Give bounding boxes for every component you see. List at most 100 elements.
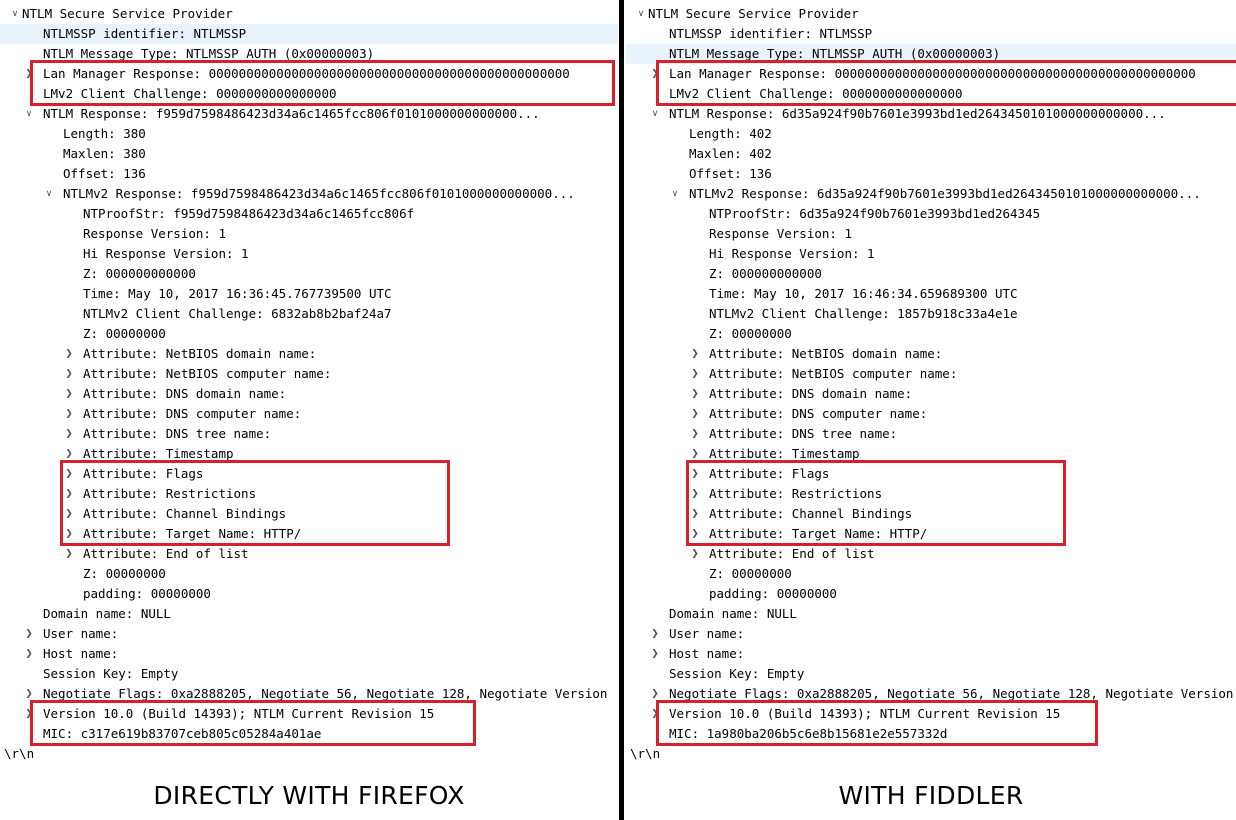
tree-row[interactable]: ❯ Attribute: Channel Bindings xyxy=(0,504,618,524)
chevron-right-icon[interactable]: ❯ xyxy=(648,64,662,84)
tree-row[interactable]: ❯ Attribute: Timestamp xyxy=(0,444,618,464)
chevron-right-icon[interactable]: ❯ xyxy=(62,404,76,424)
tree-row[interactable]: ❯ Negotiate Flags: 0xa2888205, Negotiate … xyxy=(626,684,1236,704)
tree-row[interactable]: ❯ Attribute: Target Name: HTTP/ xyxy=(0,524,618,544)
tree-row[interactable]: Offset: 136 xyxy=(626,164,1236,184)
chevron-right-icon[interactable]: ❯ xyxy=(22,644,36,664)
chevron-right-icon[interactable]: ❯ xyxy=(648,704,662,724)
tree-row[interactable]: ❯ Attribute: End of list xyxy=(626,544,1236,564)
chevron-right-icon[interactable]: ❯ xyxy=(688,524,702,544)
chevron-right-icon[interactable]: ❯ xyxy=(688,444,702,464)
chevron-right-icon[interactable]: ❯ xyxy=(62,424,76,444)
chevron-right-icon[interactable]: ❯ xyxy=(688,464,702,484)
tree-row[interactable]: ❯ Attribute: Flags xyxy=(0,464,618,484)
chevron-right-icon[interactable]: ❯ xyxy=(688,404,702,424)
chevron-down-icon[interactable]: ∨ xyxy=(22,104,36,124)
tree-row[interactable]: NTProofStr: f959d7598486423d34a6c1465fcc… xyxy=(0,204,618,224)
tree-row[interactable]: ❯ Attribute: End of list xyxy=(0,544,618,564)
tree-row[interactable]: Time: May 10, 2017 16:36:45.767739500 UT… xyxy=(0,284,618,304)
tree-row[interactable]: ❯ Attribute: DNS domain name: xyxy=(626,384,1236,404)
tree-row[interactable]: ❯ Attribute: Restrictions xyxy=(626,484,1236,504)
tree-row[interactable]: Response Version: 1 xyxy=(626,224,1236,244)
tree-row[interactable]: ❯ Attribute: DNS domain name: xyxy=(0,384,618,404)
tree-row[interactable]: NTLMv2 Client Challenge: 1857b918c33a4e1… xyxy=(626,304,1236,324)
tree-row[interactable]: Hi Response Version: 1 xyxy=(626,244,1236,264)
tree-row[interactable]: ❯ Attribute: NetBIOS domain name: xyxy=(626,344,1236,364)
chevron-right-icon[interactable]: ❯ xyxy=(688,504,702,524)
chevron-down-icon[interactable]: ∨ xyxy=(42,184,56,204)
tree-row[interactable]: ❯ Host name: xyxy=(0,644,618,664)
tree-row[interactable]: Z: 000000000000 xyxy=(626,264,1236,284)
chevron-right-icon[interactable]: ❯ xyxy=(62,344,76,364)
chevron-right-icon[interactable]: ❯ xyxy=(688,544,702,564)
chevron-right-icon[interactable]: ❯ xyxy=(22,64,36,84)
tree-row[interactable]: ❯ Lan Manager Response: 00000000000000000… xyxy=(626,64,1236,84)
tree-row[interactable]: ∨ NTLM Response: f959d7598486423d34a6c146… xyxy=(0,104,618,124)
tree-row[interactable]: MIC: c317e619b83707ceb805c05284a401ae xyxy=(0,724,618,744)
tree-row[interactable]: ❯ User name: xyxy=(626,624,1236,644)
tree-row[interactable]: ❯ Attribute: DNS computer name: xyxy=(626,404,1236,424)
tree-row[interactable]: ❯ Version 10.0 (Build 14393); NTLM Curren… xyxy=(0,704,618,724)
tree-row[interactable]: ❯ Attribute: Target Name: HTTP/ xyxy=(626,524,1236,544)
tree-row[interactable]: ❯ Attribute: DNS computer name: xyxy=(0,404,618,424)
tree-row[interactable]: padding: 00000000 xyxy=(0,584,618,604)
chevron-right-icon[interactable]: ❯ xyxy=(688,384,702,404)
chevron-right-icon[interactable]: ❯ xyxy=(688,424,702,444)
tree-row[interactable]: ∨ NTLMv2 Response: 6d35a924f90b7601e3993b… xyxy=(626,184,1236,204)
tree-row[interactable]: Domain name: NULL xyxy=(626,604,1236,624)
chevron-right-icon[interactable]: ❯ xyxy=(62,384,76,404)
tree-row[interactable]: Hi Response Version: 1 xyxy=(0,244,618,264)
tree-row[interactable]: ❯ Attribute: NetBIOS computer name: xyxy=(626,364,1236,384)
tree-row[interactable]: Length: 380 xyxy=(0,124,618,144)
tree-row[interactable]: Response Version: 1 xyxy=(0,224,618,244)
tree-row[interactable]: ∨ NTLM Secure Service Provider xyxy=(626,4,1236,24)
chevron-right-icon[interactable]: ❯ xyxy=(22,684,36,704)
tree-row[interactable]: \r\n xyxy=(626,744,1236,764)
tree-row[interactable]: NTLMv2 Client Challenge: 6832ab8b2baf24a… xyxy=(0,304,618,324)
chevron-right-icon[interactable]: ❯ xyxy=(22,624,36,644)
tree-row[interactable]: Z: 00000000 xyxy=(626,564,1236,584)
tree-row[interactable]: ❯ Attribute: Flags xyxy=(626,464,1236,484)
tree-row[interactable]: Z: 000000000000 xyxy=(0,264,618,284)
tree-row[interactable]: ❯ Attribute: Timestamp xyxy=(626,444,1236,464)
chevron-right-icon[interactable]: ❯ xyxy=(22,704,36,724)
tree-row[interactable]: ❯ Attribute: Channel Bindings xyxy=(626,504,1236,524)
tree-row[interactable]: Length: 402 xyxy=(626,124,1236,144)
chevron-right-icon[interactable]: ❯ xyxy=(688,484,702,504)
tree-row[interactable]: Maxlen: 380 xyxy=(0,144,618,164)
tree-row[interactable]: NTLM Message Type: NTLMSSP_AUTH (0x00000… xyxy=(0,44,618,64)
tree-row[interactable]: ∨ NTLM Response: 6d35a924f90b7601e3993bd1… xyxy=(626,104,1236,124)
tree-row[interactable]: ∨ NTLM Secure Service Provider xyxy=(0,4,618,24)
chevron-down-icon[interactable]: ∨ xyxy=(668,184,682,204)
tree-row[interactable]: ❯ Attribute: NetBIOS domain name: xyxy=(0,344,618,364)
tree-row[interactable]: ∨ NTLMv2 Response: f959d7598486423d34a6c1… xyxy=(0,184,618,204)
chevron-right-icon[interactable]: ❯ xyxy=(62,484,76,504)
tree-row[interactable]: Offset: 136 xyxy=(0,164,618,184)
tree-row[interactable]: NTProofStr: 6d35a924f90b7601e3993bd1ed26… xyxy=(626,204,1236,224)
chevron-right-icon[interactable]: ❯ xyxy=(688,364,702,384)
chevron-right-icon[interactable]: ❯ xyxy=(62,544,76,564)
tree-row[interactable]: LMv2 Client Challenge: 0000000000000000 xyxy=(0,84,618,104)
tree-row[interactable]: ❯ Attribute: Restrictions xyxy=(0,484,618,504)
tree-row[interactable]: NTLMSSP identifier: NTLMSSP xyxy=(0,24,618,44)
tree-row[interactable]: Z: 00000000 xyxy=(626,324,1236,344)
tree-row[interactable]: Session Key: Empty xyxy=(626,664,1236,684)
tree-row[interactable]: ❯ Host name: xyxy=(626,644,1236,664)
chevron-down-icon[interactable]: ∨ xyxy=(634,4,648,24)
chevron-down-icon[interactable]: ∨ xyxy=(8,4,22,24)
tree-row[interactable]: Domain name: NULL xyxy=(0,604,618,624)
tree-row[interactable]: ❯ Negotiate Flags: 0xa2888205, Negotiate … xyxy=(0,684,618,704)
tree-row[interactable]: ❯ Version 10.0 (Build 14393); NTLM Curren… xyxy=(626,704,1236,724)
chevron-right-icon[interactable]: ❯ xyxy=(62,504,76,524)
tree-row[interactable]: padding: 00000000 xyxy=(626,584,1236,604)
chevron-right-icon[interactable]: ❯ xyxy=(62,364,76,384)
chevron-right-icon[interactable]: ❯ xyxy=(62,464,76,484)
chevron-right-icon[interactable]: ❯ xyxy=(648,624,662,644)
tree-row[interactable]: ❯ Attribute: DNS tree name: xyxy=(0,424,618,444)
tree-row[interactable]: Maxlen: 402 xyxy=(626,144,1236,164)
tree-row[interactable]: Z: 00000000 xyxy=(0,324,618,344)
tree-row[interactable]: ❯ Attribute: NetBIOS computer name: xyxy=(0,364,618,384)
tree-row[interactable]: MIC: 1a980ba206b5c6e8b15681e2e557332d xyxy=(626,724,1236,744)
chevron-right-icon[interactable]: ❯ xyxy=(688,344,702,364)
chevron-right-icon[interactable]: ❯ xyxy=(62,524,76,544)
